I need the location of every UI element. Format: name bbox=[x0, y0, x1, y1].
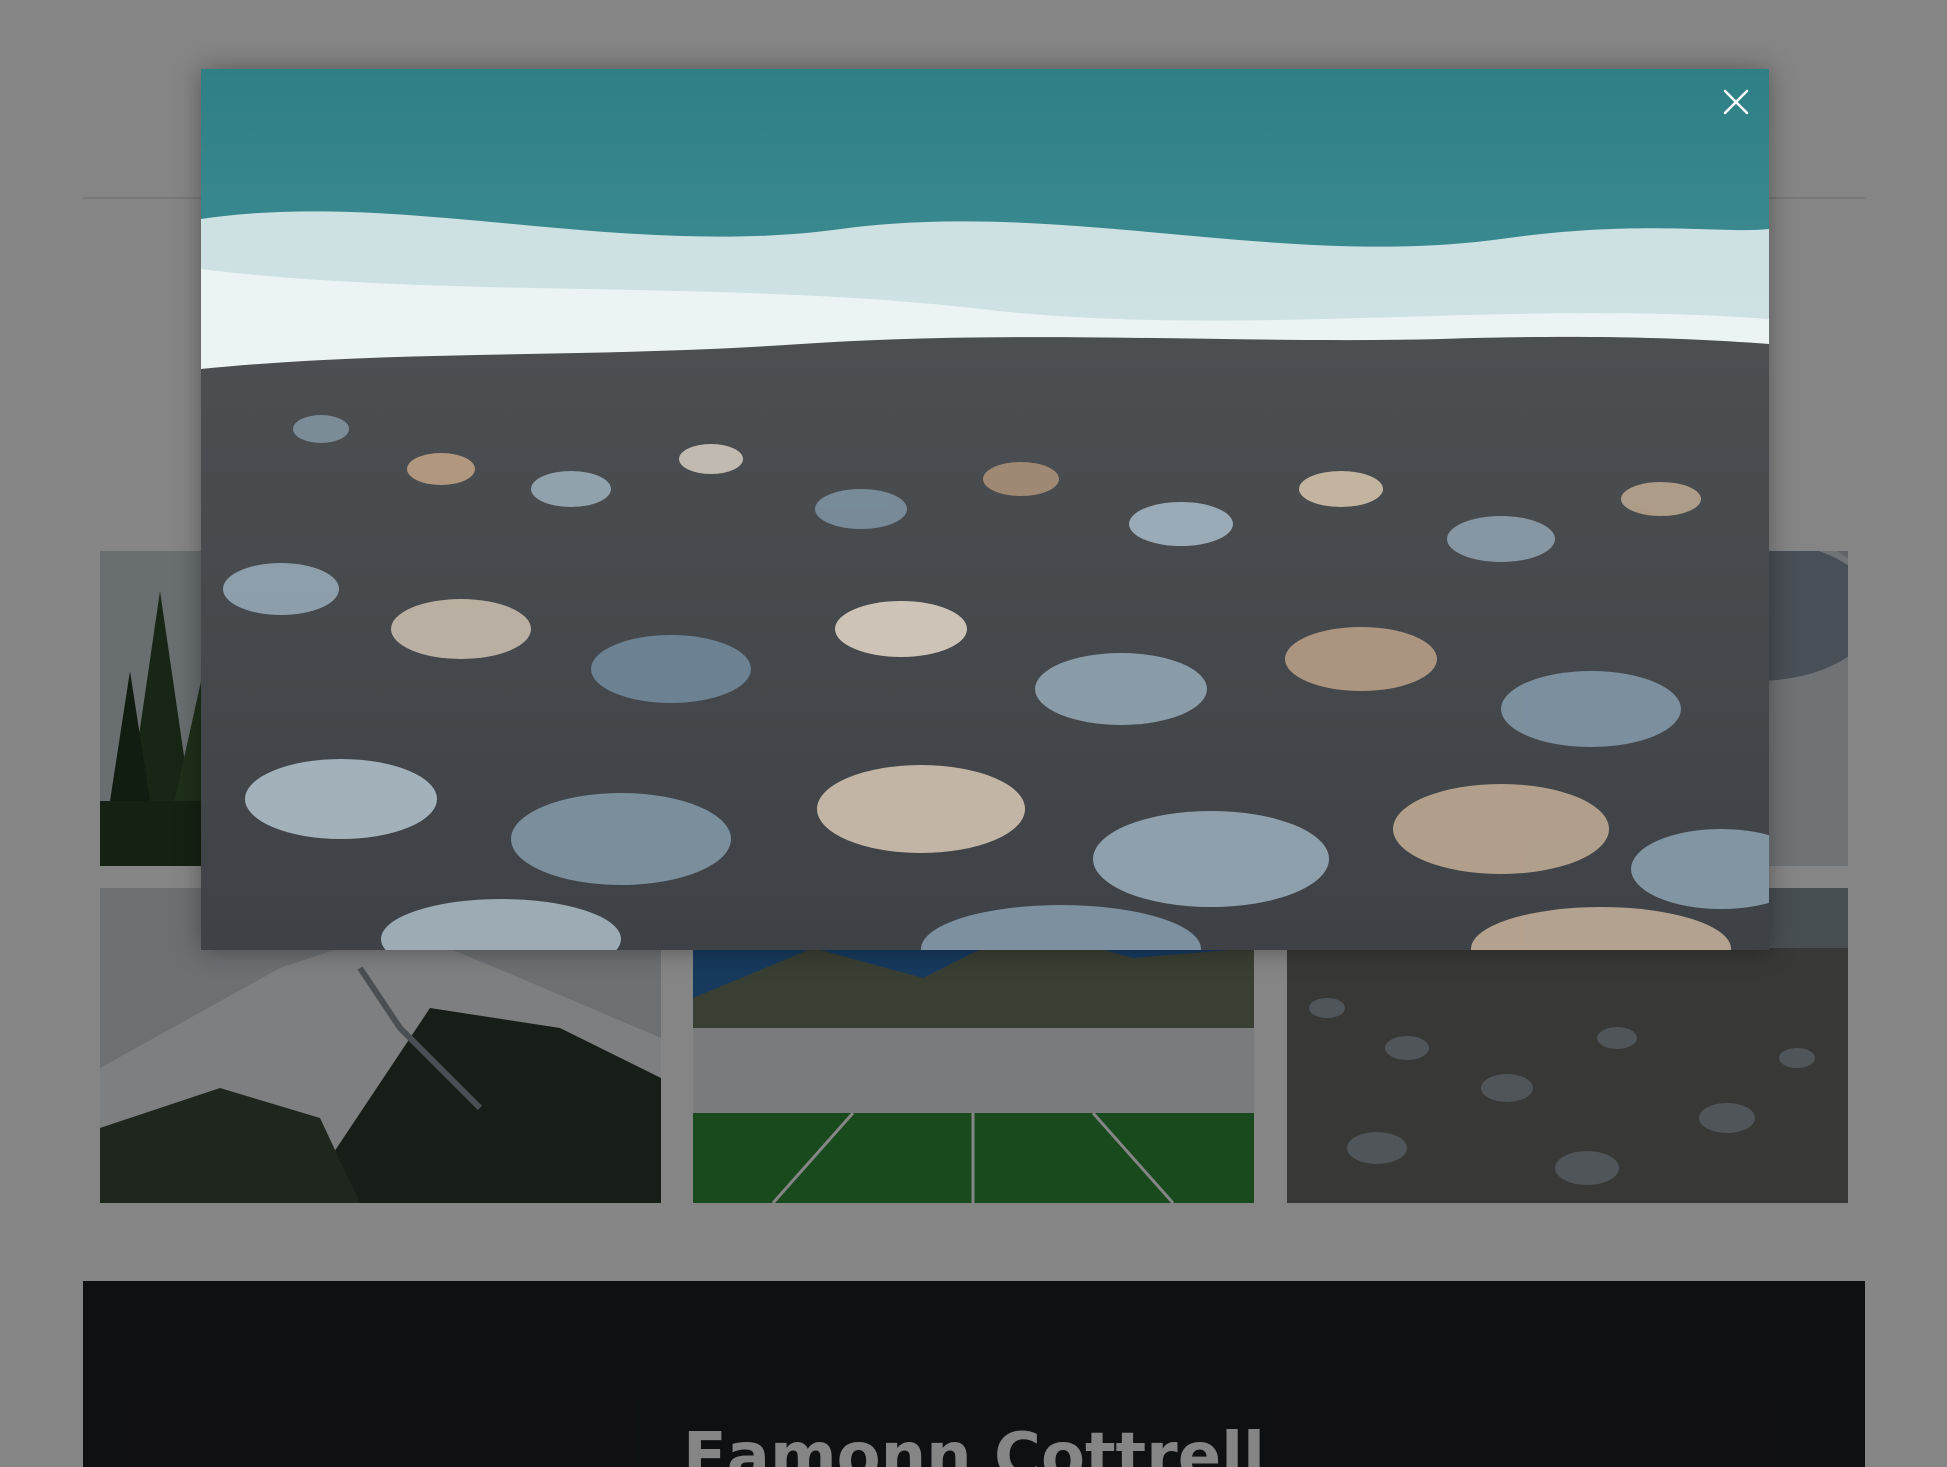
pebble-beach-image bbox=[201, 69, 1769, 950]
close-icon bbox=[1723, 89, 1749, 115]
gallery-page: Eamonn Cottrell bbox=[0, 0, 1947, 1467]
lightbox-image bbox=[201, 69, 1769, 950]
close-button[interactable]: × bbox=[1716, 82, 1756, 122]
